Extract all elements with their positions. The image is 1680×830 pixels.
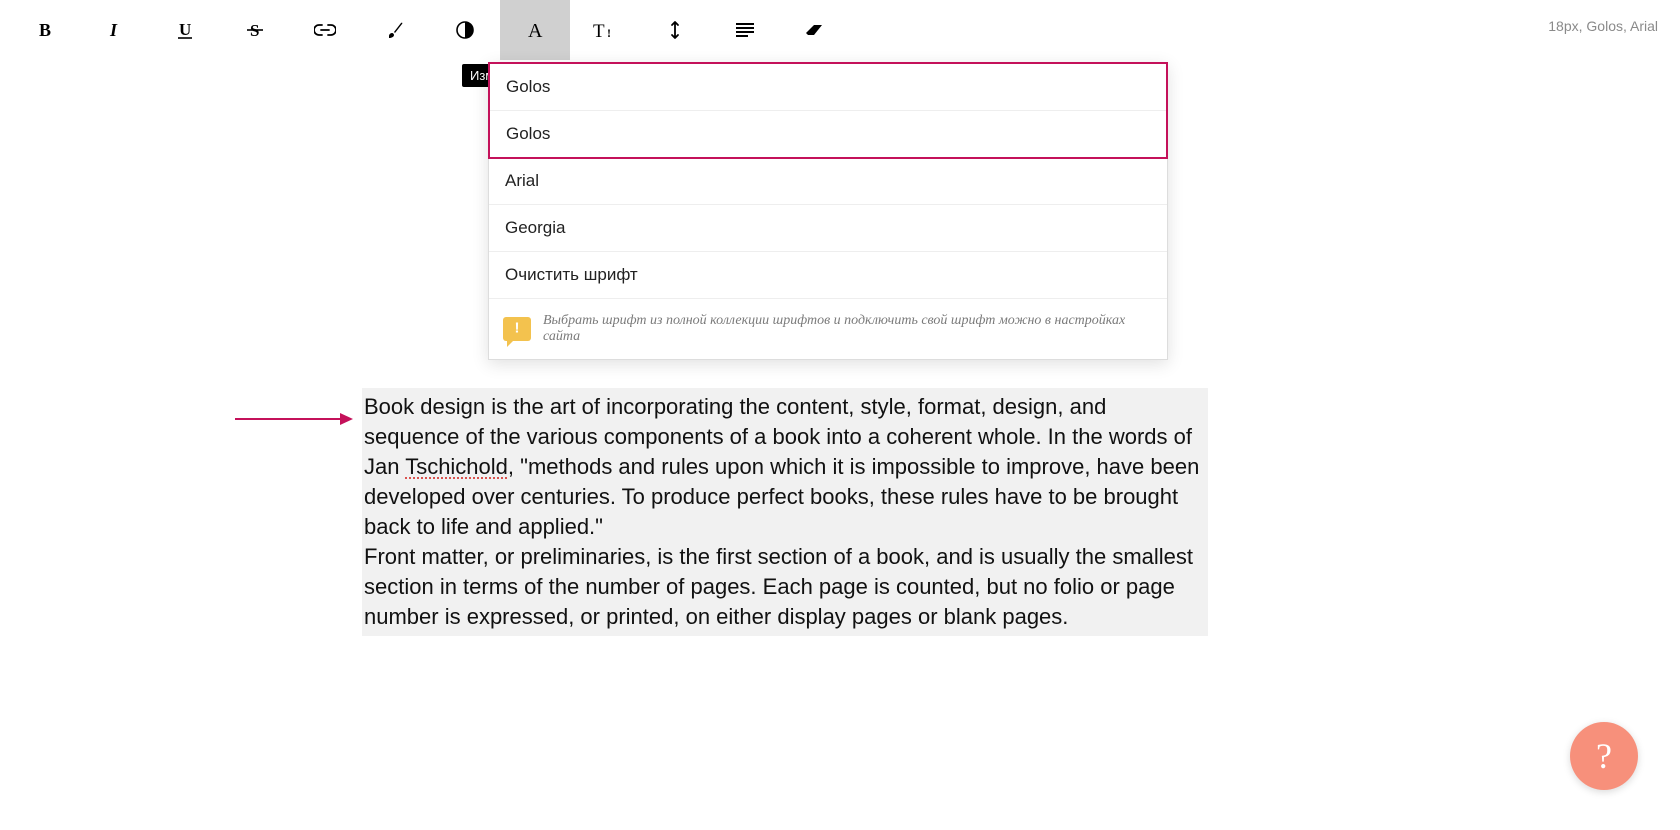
hint-text: Выбрать шрифт из полной коллекции шрифто…	[543, 313, 1153, 345]
align-icon	[736, 23, 754, 37]
svg-text:T: T	[593, 21, 605, 40]
strikethrough-button[interactable]: S	[220, 0, 290, 60]
clear-format-button[interactable]	[780, 0, 850, 60]
formatting-toolbar: B I U S A T!	[0, 0, 1680, 60]
font-option[interactable]: Georgia	[489, 205, 1167, 252]
status-text: 18px, Golos, Arial	[1548, 18, 1658, 34]
font-icon: A	[525, 20, 545, 40]
dropdown-highlight-group: Golos Golos	[488, 62, 1168, 159]
svg-text:I: I	[109, 21, 118, 39]
svg-text:B: B	[39, 21, 51, 39]
text-size-icon: T!	[593, 20, 617, 40]
font-option[interactable]: Arial	[489, 158, 1167, 205]
eraser-icon	[804, 23, 826, 37]
link-icon	[314, 24, 336, 36]
underline-button[interactable]: U	[150, 0, 220, 60]
font-family-button[interactable]: A	[500, 0, 570, 60]
align-button[interactable]	[710, 0, 780, 60]
contrast-button[interactable]	[430, 0, 500, 60]
svg-text:!: !	[607, 26, 611, 40]
arrow-annotation	[235, 409, 355, 429]
text-content-block[interactable]: Book design is the art of incorporating …	[362, 388, 1208, 636]
paragraph: Book design is the art of incorporating …	[364, 392, 1206, 542]
text-size-button[interactable]: T!	[570, 0, 640, 60]
spellcheck-word: Tschichold	[405, 454, 508, 479]
font-dropdown: Golos Golos Arial Georgia Очистить шрифт…	[488, 62, 1168, 360]
text-color-button[interactable]	[360, 0, 430, 60]
line-height-button[interactable]	[640, 0, 710, 60]
italic-button[interactable]: I	[80, 0, 150, 60]
line-height-icon	[668, 20, 682, 40]
warning-icon	[503, 317, 531, 341]
font-option[interactable]: Golos	[490, 64, 1166, 111]
help-button[interactable]: ?	[1570, 722, 1638, 790]
dropdown-hint: Выбрать шрифт из полной коллекции шрифто…	[489, 299, 1167, 359]
bold-button[interactable]: B	[10, 0, 80, 60]
contrast-icon	[456, 21, 474, 39]
svg-text:A: A	[528, 20, 543, 40]
brush-icon	[385, 20, 405, 40]
question-icon: ?	[1596, 735, 1612, 777]
paragraph: Front matter, or preliminaries, is the f…	[364, 542, 1206, 632]
svg-text:U: U	[179, 20, 191, 39]
link-button[interactable]	[290, 0, 360, 60]
font-clear-option[interactable]: Очистить шрифт	[489, 252, 1167, 299]
font-option[interactable]: Golos	[490, 111, 1166, 157]
